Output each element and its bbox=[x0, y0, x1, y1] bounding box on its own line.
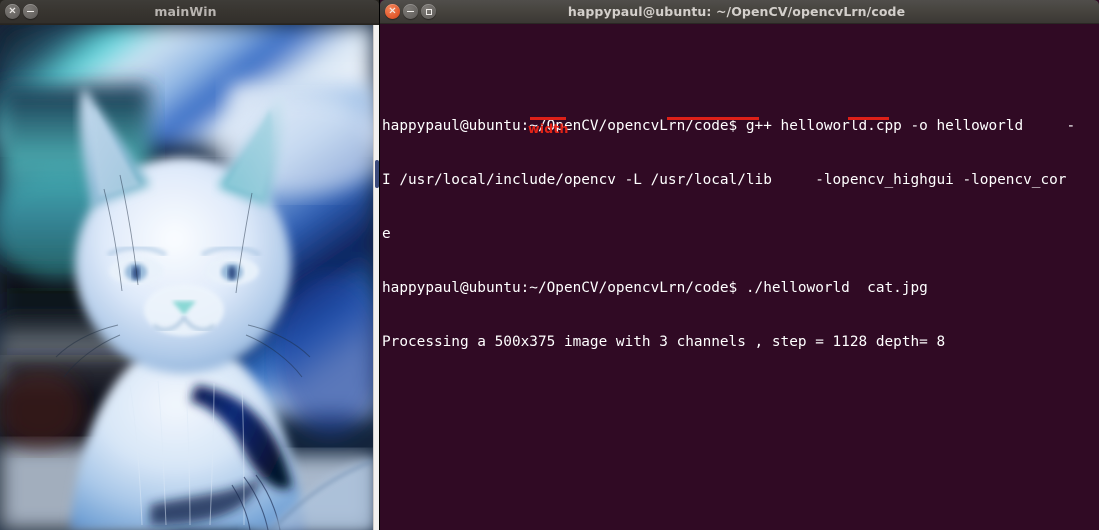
terminal-line: Processing a 500x375 image with 3 channe… bbox=[382, 334, 946, 350]
viewer-window-title: mainWin bbox=[154, 4, 217, 19]
terminal-output: happypaul@ubuntu:~/OpenCV/opencvLrn/code… bbox=[382, 81, 1075, 387]
terminal-body[interactable]: happypaul@ubuntu:~/OpenCV/opencvLrn/code… bbox=[380, 24, 1099, 530]
close-icon: × bbox=[388, 5, 397, 16]
width-underline-annotation bbox=[530, 117, 566, 120]
viewer-scrollbar[interactable] bbox=[373, 25, 379, 530]
image-viewer-window: × mainWin bbox=[0, 0, 379, 530]
viewer-scrollbar-thumb[interactable] bbox=[375, 160, 379, 188]
cat-image-svg bbox=[0, 25, 373, 530]
viewer-titlebar[interactable]: × mainWin bbox=[0, 0, 379, 24]
close-icon: × bbox=[8, 5, 17, 16]
displayed-image bbox=[0, 25, 373, 530]
terminal-titlebar[interactable]: × happypaul@ubuntu: ~/OpenCV/opencvLrn/c… bbox=[380, 0, 1099, 24]
terminal-window: × happypaul@ubuntu: ~/OpenCV/opencvLrn/c… bbox=[380, 0, 1099, 530]
terminal-line: happypaul@ubuntu:~/OpenCV/opencvLrn/code… bbox=[382, 280, 928, 296]
width-label-annotation: width bbox=[528, 121, 569, 136]
terminal-line: I /usr/local/include/opencv -L /usr/loca… bbox=[382, 172, 1067, 188]
terminal-window-title: happypaul@ubuntu: ~/OpenCV/opencvLrn/cod… bbox=[567, 4, 906, 19]
channels-underline-annotation bbox=[667, 117, 759, 120]
screen: × mainWin × happypaul@ubuntu: ~/OpenCV/o… bbox=[0, 0, 1099, 530]
step-underline-annotation bbox=[848, 117, 889, 120]
terminal-line: e bbox=[382, 226, 391, 242]
